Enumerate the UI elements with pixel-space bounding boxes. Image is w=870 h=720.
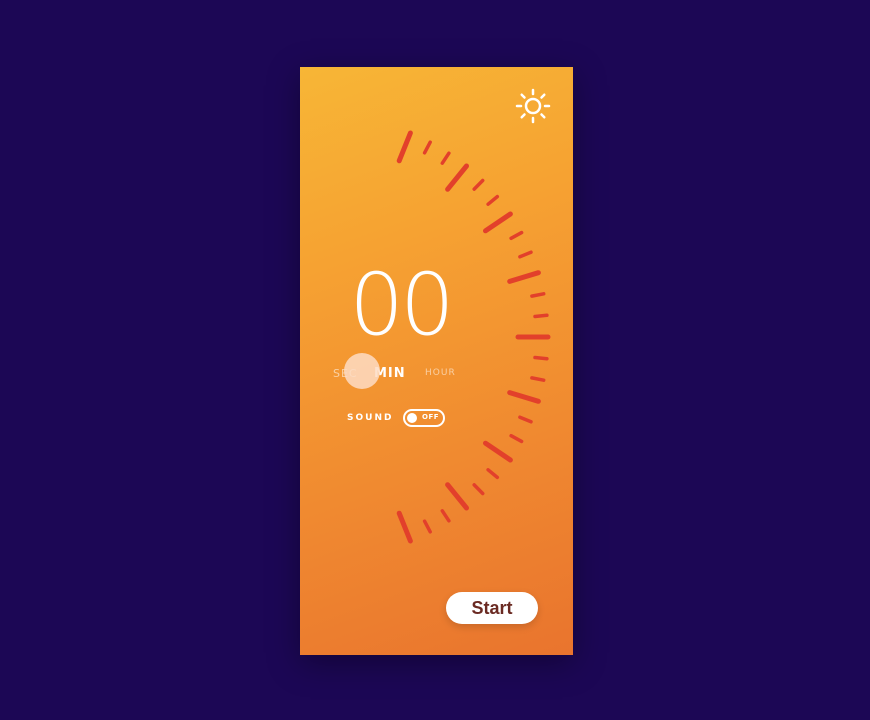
dial-tick-minor bbox=[533, 355, 549, 361]
dial-tick-minor bbox=[472, 483, 485, 496]
sound-label: SOUND bbox=[347, 413, 394, 423]
dial-tick-major bbox=[396, 130, 413, 164]
dial-tick-minor bbox=[422, 140, 432, 155]
start-button[interactable]: Start bbox=[446, 592, 538, 624]
dial-tick-minor bbox=[440, 151, 451, 165]
unit-slider-knob[interactable] bbox=[344, 353, 380, 389]
dial-tick-minor bbox=[518, 415, 533, 424]
dial-tick-minor bbox=[486, 194, 500, 206]
timer-screen: 00 SEC MIN HOUR SOUND OFF Start bbox=[300, 67, 573, 655]
dial-tick-minor bbox=[486, 468, 500, 480]
unit-hour[interactable]: HOUR bbox=[425, 368, 456, 378]
dial-tick-minor bbox=[518, 250, 533, 259]
dial-tick-minor bbox=[472, 178, 485, 191]
sun-icon bbox=[515, 88, 551, 124]
dial-tick-minor bbox=[440, 509, 451, 523]
theme-toggle-button[interactable] bbox=[514, 87, 552, 125]
sound-toggle[interactable]: OFF bbox=[403, 409, 445, 427]
dial-tick-major bbox=[445, 163, 469, 192]
dial-tick-major bbox=[507, 390, 541, 404]
dial-tick-major bbox=[483, 211, 513, 234]
toggle-state: OFF bbox=[422, 413, 440, 421]
timer-dial[interactable] bbox=[300, 67, 573, 655]
dial-tick-minor bbox=[530, 376, 546, 382]
dial-tick-major bbox=[445, 482, 469, 511]
dial-tick-major bbox=[483, 440, 513, 463]
dial-tick-major bbox=[396, 510, 413, 544]
dial-tick-minor bbox=[509, 433, 524, 444]
timer-value: 00 bbox=[349, 255, 454, 355]
dial-tick-minor bbox=[509, 230, 524, 241]
dial-tick-minor bbox=[422, 519, 432, 534]
dial-tick-major bbox=[507, 270, 541, 284]
dial-tick-minor bbox=[530, 292, 546, 298]
dial-tick-minor bbox=[533, 313, 549, 319]
toggle-knob bbox=[407, 413, 417, 423]
